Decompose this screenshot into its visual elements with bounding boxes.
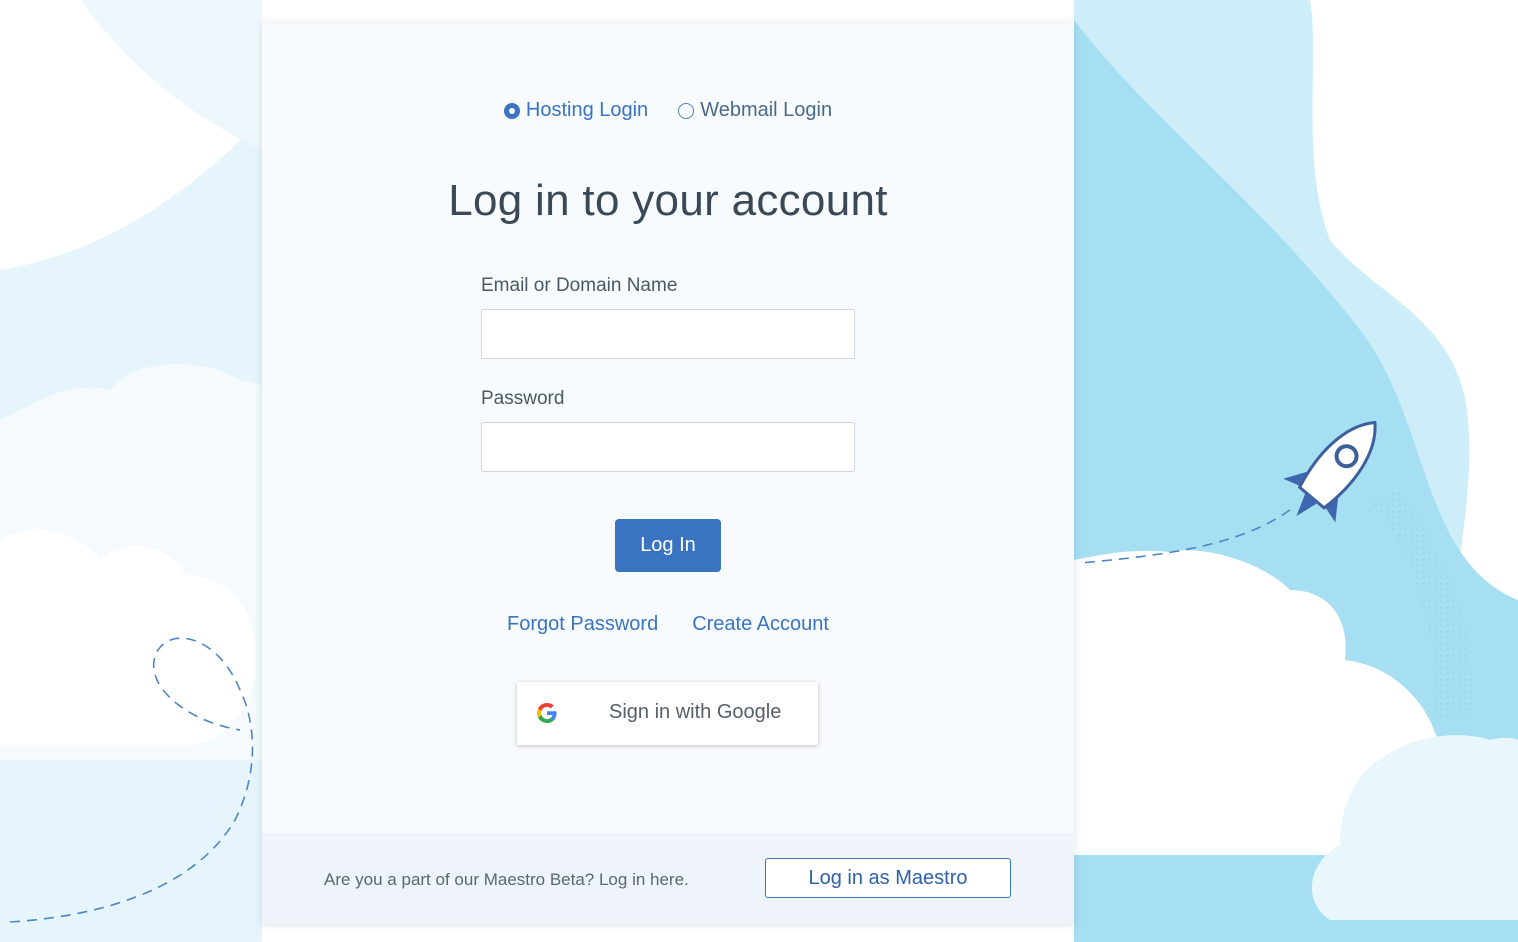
password-input[interactable] xyxy=(481,422,855,472)
webmail-login-label: Webmail Login xyxy=(700,99,833,121)
maestro-footer: Are you a part of our Maestro Beta? Log … xyxy=(262,833,1074,924)
login-type-selector: Hosting Login Webmail Login xyxy=(262,99,1074,122)
google-signin-button[interactable]: Sign in with Google xyxy=(517,682,818,745)
account-links: Forgot Password Create Account xyxy=(262,613,1074,636)
forgot-password-link[interactable]: Forgot Password xyxy=(507,613,658,636)
password-label: Password xyxy=(481,388,565,409)
email-input[interactable] xyxy=(481,309,855,359)
login-page: Hosting Login Webmail Login Log in to yo… xyxy=(0,0,1518,942)
radio-unchecked-icon[interactable] xyxy=(678,102,695,119)
hosting-login-label: Hosting Login xyxy=(525,99,649,121)
hosting-login-option[interactable]: Hosting Login xyxy=(503,99,649,122)
google-signin-label: Sign in with Google xyxy=(609,701,782,723)
page-title: Log in to your account xyxy=(448,176,888,225)
login-card: Hosting Login Webmail Login Log in to yo… xyxy=(262,23,1074,924)
radio-checked-icon[interactable] xyxy=(503,102,520,119)
maestro-login-button[interactable]: Log in as Maestro xyxy=(765,858,1011,898)
google-g-icon xyxy=(537,703,557,723)
email-label: Email or Domain Name xyxy=(481,275,678,296)
maestro-prompt: Are you a part of our Maestro Beta? Log … xyxy=(324,870,689,889)
login-button[interactable]: Log In xyxy=(615,519,721,572)
create-account-link[interactable]: Create Account xyxy=(692,613,829,636)
webmail-login-option[interactable]: Webmail Login xyxy=(678,99,832,122)
